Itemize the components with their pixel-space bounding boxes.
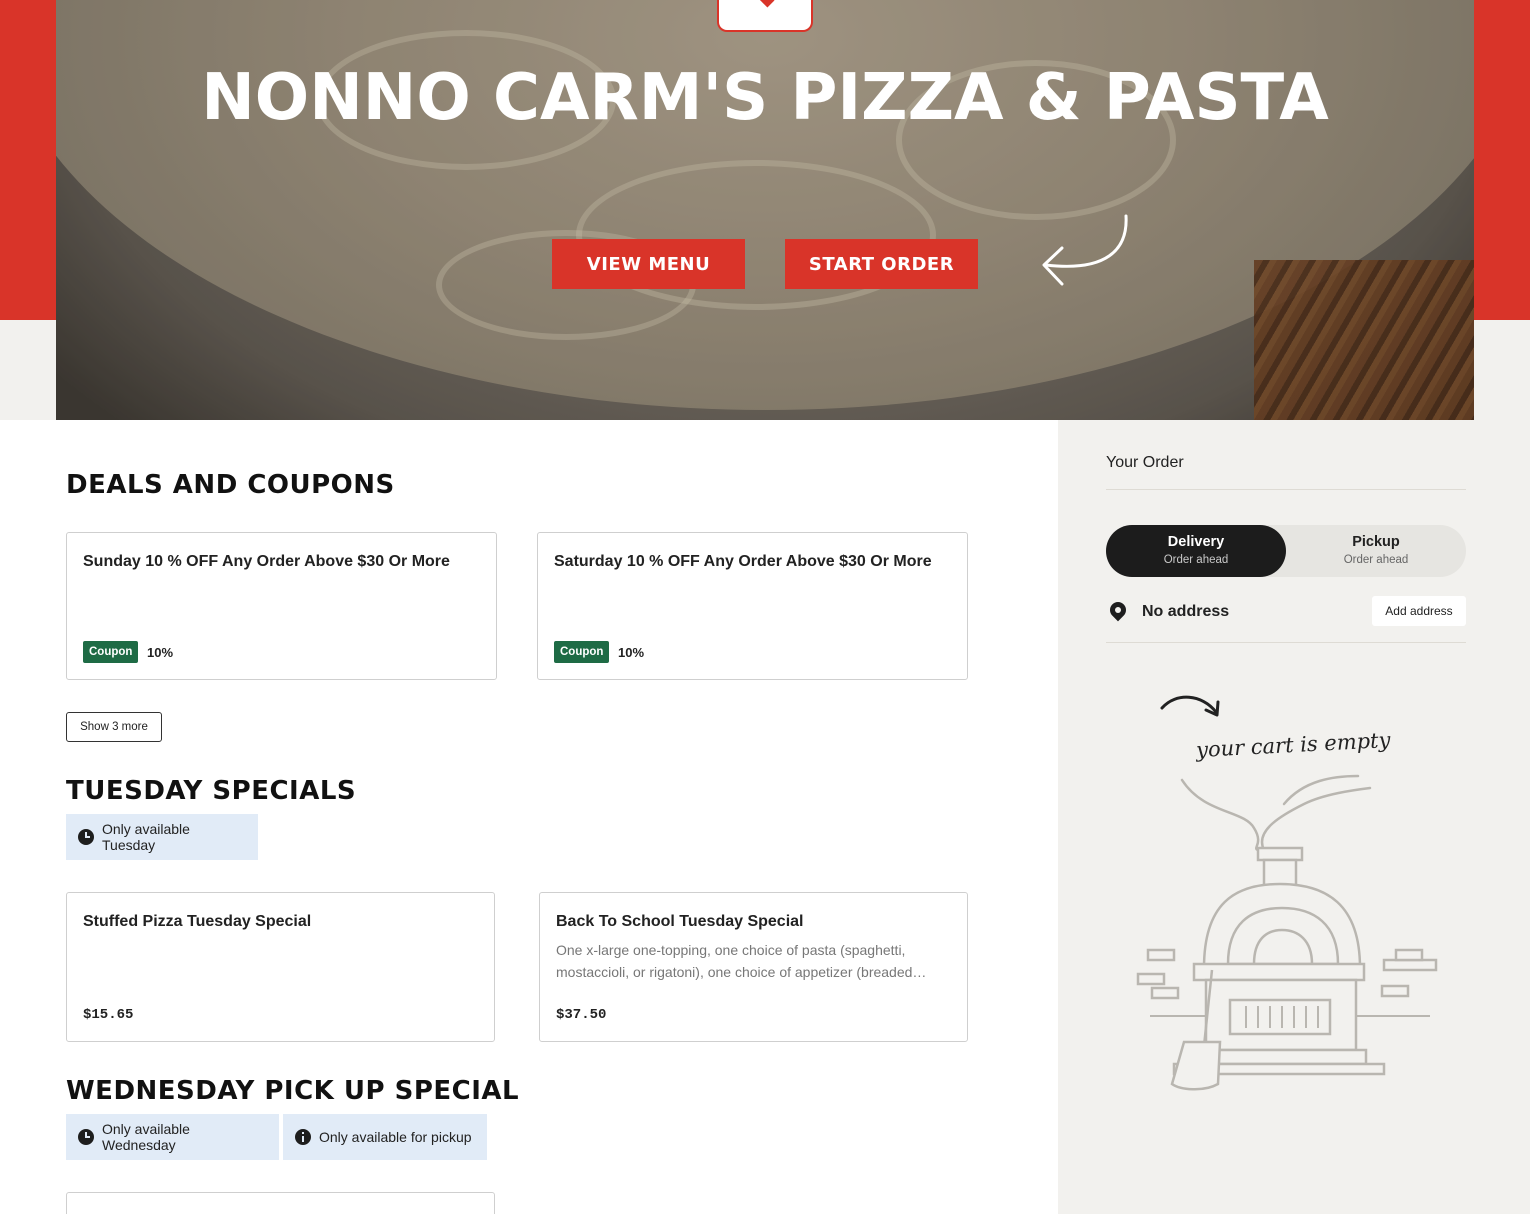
deal-value: 10%: [618, 645, 645, 660]
menu-item-card[interactable]: Back To School Tuesday Special One x-lar…: [539, 892, 968, 1042]
availability-text: Only available Tuesday: [102, 821, 190, 853]
add-address-button[interactable]: Add address: [1372, 596, 1466, 626]
pickup-sublabel: Order ahead: [1343, 554, 1409, 566]
delivery-label: Delivery: [1167, 534, 1225, 550]
clock-icon: [78, 829, 94, 845]
item-description: One x-large one-topping, one choice of p…: [556, 942, 927, 980]
deal-card[interactable]: Saturday 10 % OFF Any Order Above $30 Or…: [537, 532, 968, 680]
show-more-button[interactable]: Show 3 more: [66, 712, 162, 742]
deal-title: Saturday 10 % OFF Any Order Above $30 Or…: [554, 553, 932, 570]
pickup-label: Pickup: [1352, 534, 1400, 550]
divider: [1106, 489, 1466, 490]
item-title: Stuffed Pizza Tuesday Special: [83, 913, 312, 930]
pickup-option[interactable]: Pickup Order ahead: [1286, 525, 1466, 577]
arrow-icon: [1160, 695, 1220, 717]
menu-item-card[interactable]: [66, 1192, 495, 1214]
restaurant-name: NONNO CARM'S PIZZA & PASTA: [201, 61, 1329, 135]
clock-icon: [78, 1129, 94, 1145]
delivery-sublabel: Order ahead: [1163, 554, 1229, 566]
address-text: No address: [1142, 603, 1230, 620]
delivery-option[interactable]: Delivery Order ahead: [1106, 525, 1286, 577]
arrow-icon: [1042, 214, 1128, 286]
address-row: No address Add address: [1106, 596, 1466, 630]
deals-section-title: DEALS AND COUPONS: [66, 470, 395, 500]
order-sidebar: Your Order Delivery Order ahead Pickup O…: [1058, 420, 1530, 1214]
view-menu-button[interactable]: VIEW MENU: [552, 239, 745, 289]
wednesday-section-title: WEDNESDAY PICK UP SPECIAL: [66, 1076, 520, 1106]
empty-cart-message: your cart is empty: [1195, 727, 1391, 763]
item-price: $15.65: [83, 1007, 134, 1023]
pizza-oven-illustration: [1136, 774, 1438, 1091]
location-pin-icon: [1106, 598, 1130, 622]
availability-chip: Only available Wednesday: [66, 1114, 279, 1160]
availability-text: Only available Wednesday: [102, 1121, 190, 1153]
availability-text: Only available for pickup: [319, 1129, 472, 1145]
order-mode-toggle: Delivery Order ahead Pickup Order ahead: [1106, 525, 1466, 577]
coupon-badge: Coupon: [554, 641, 610, 663]
info-icon: [295, 1129, 311, 1145]
menu-item-card[interactable]: Stuffed Pizza Tuesday Special $15.65: [66, 892, 495, 1042]
availability-chip: Only available Tuesday: [66, 814, 258, 860]
pickup-only-chip: Only available for pickup: [283, 1114, 487, 1160]
deal-card[interactable]: Sunday 10 % OFF Any Order Above $30 Or M…: [66, 532, 497, 680]
deal-value: 10%: [147, 645, 174, 660]
coupon-badge: Coupon: [83, 641, 139, 663]
start-order-button[interactable]: START ORDER: [785, 239, 978, 289]
item-price: $37.50: [556, 1007, 607, 1023]
item-title: Back To School Tuesday Special: [556, 913, 804, 930]
divider: [1106, 642, 1466, 643]
tuesday-section-title: TUESDAY SPECIALS: [66, 776, 357, 806]
restaurant-logo[interactable]: [717, 0, 813, 32]
logo-mark: [757, 0, 775, 8]
order-title: Your Order: [1106, 454, 1184, 471]
deal-title: Sunday 10 % OFF Any Order Above $30 Or M…: [83, 553, 450, 570]
